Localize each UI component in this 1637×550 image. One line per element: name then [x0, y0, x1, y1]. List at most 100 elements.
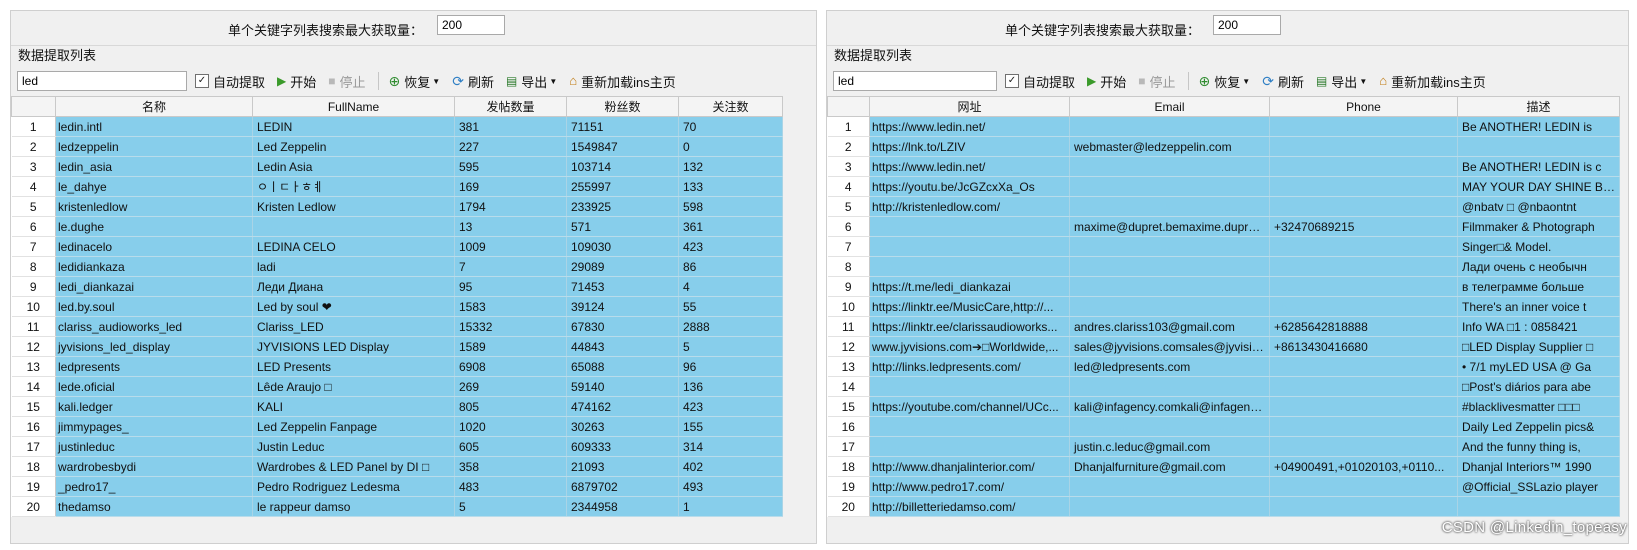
table-cell[interactable]: And the funny thing is,: [1457, 436, 1620, 457]
auto-extract-checkbox[interactable]: ✓ 自动提取: [1005, 72, 1075, 91]
table-cell[interactable]: [1269, 196, 1458, 217]
table-row[interactable]: 19 _pedro17_ Pedro Rodriguez Ledesma 483 687…: [11, 476, 783, 497]
table-cell[interactable]: [869, 216, 1070, 237]
table-cell[interactable]: @Official_SSLazio player: [1457, 476, 1620, 497]
table-cell[interactable]: [1069, 296, 1270, 317]
table-cell[interactable]: 7: [454, 256, 567, 277]
table-row[interactable]: 14 □Post's diários para abe: [827, 376, 1620, 397]
table-cell[interactable]: wardrobesbydi: [55, 456, 253, 477]
table-cell[interactable]: Justin Leduc: [252, 436, 455, 457]
table-cell[interactable]: [1069, 416, 1270, 437]
table-row[interactable]: 16 Daily Led Zeppelin pics&: [827, 416, 1620, 437]
table-row[interactable]: 8 ledidiankaza ladi 7 29089 86: [11, 256, 783, 277]
table-cell[interactable]: ledzeppelin: [55, 136, 253, 157]
table-cell[interactable]: [1269, 116, 1458, 137]
table-cell[interactable]: [869, 376, 1070, 397]
table-cell[interactable]: http://www.dhanjalinterior.com/: [869, 456, 1070, 477]
table-cell[interactable]: 30263: [566, 416, 679, 437]
table-cell[interactable]: 1020: [454, 416, 567, 437]
table-cell[interactable]: Dhanjal Interiors™ 1990: [1457, 456, 1620, 477]
table-cell[interactable]: 133: [678, 176, 783, 197]
table-cell[interactable]: 86: [678, 256, 783, 277]
table-cell[interactable]: 29089: [566, 256, 679, 277]
table-cell[interactable]: 402: [678, 456, 783, 477]
table-cell[interactable]: [1269, 356, 1458, 377]
table-row[interactable]: 18 http://www.dhanjalinterior.com/Dhanjal…: [827, 456, 1620, 477]
table-cell[interactable]: led@ledpresents.com: [1069, 356, 1270, 377]
column-header[interactable]: FullName: [252, 96, 455, 117]
table-cell[interactable]: 65088: [566, 356, 679, 377]
table-cell[interactable]: 595: [454, 156, 567, 177]
max-results-input[interactable]: [1213, 15, 1281, 35]
table-cell[interactable]: Singer□& Model.: [1457, 236, 1620, 257]
table-row[interactable]: 2 https://lnk.to/LZIV webmaster@ledzeppeli…: [827, 136, 1620, 157]
table-cell[interactable]: Info WA □1 : 0858421: [1457, 316, 1620, 337]
table-cell[interactable]: LEDINA CELO: [252, 236, 455, 257]
table-row[interactable]: 7 ledinacelo LEDINA CELO 1009 109030 423: [11, 236, 783, 257]
table-cell[interactable]: [1069, 496, 1270, 517]
table-cell[interactable]: [1269, 476, 1458, 497]
table-cell[interactable]: https://linktr.ee/clarissaudioworks...: [869, 316, 1070, 337]
table-cell[interactable]: Clariss_LED: [252, 316, 455, 337]
table-cell[interactable]: 21093: [566, 456, 679, 477]
table-cell[interactable]: в телеграмме больше: [1457, 276, 1620, 297]
export-dropdown[interactable]: ▤ 导出 ▼: [1316, 72, 1367, 91]
table-cell[interactable]: 423: [678, 236, 783, 257]
table-cell[interactable]: 2344958: [566, 496, 679, 517]
table-cell[interactable]: 5: [678, 336, 783, 357]
restore-dropdown[interactable]: ⊕ 恢复 ▼: [1199, 72, 1251, 91]
table-cell[interactable]: [869, 416, 1070, 437]
column-header[interactable]: 网址: [869, 96, 1070, 117]
table-cell[interactable]: 55: [678, 296, 783, 317]
table-cell[interactable]: http://www.pedro17.com/: [869, 476, 1070, 497]
table-cell[interactable]: JYVISIONS LED Display: [252, 336, 455, 357]
table-cell[interactable]: 255997: [566, 176, 679, 197]
table-cell[interactable]: @nbatv □ @nbaontnt: [1457, 196, 1620, 217]
table-cell[interactable]: justin.c.leduc@gmail.com: [1069, 436, 1270, 457]
table-row[interactable]: 14 lede.oficial Lêde Araujo □ 269 59140 136: [11, 376, 783, 397]
table-cell[interactable]: sales@jyvisions.comsales@jyvisions....: [1069, 336, 1270, 357]
table-cell[interactable]: 381: [454, 116, 567, 137]
table-cell[interactable]: KALI: [252, 396, 455, 417]
table-cell[interactable]: 6908: [454, 356, 567, 377]
table-cell[interactable]: [1069, 256, 1270, 277]
table-row[interactable]: 10 https://linktr.ee/MusicCare,http://...…: [827, 296, 1620, 317]
table-cell[interactable]: 67830: [566, 316, 679, 337]
max-results-input[interactable]: [437, 15, 505, 35]
table-cell[interactable]: 483: [454, 476, 567, 497]
table-cell[interactable]: +04900491,+01020103,+0110...: [1269, 456, 1458, 477]
table-cell[interactable]: 493: [678, 476, 783, 497]
table-cell[interactable]: 5: [454, 496, 567, 517]
table-cell[interactable]: There's an inner voice t: [1457, 296, 1620, 317]
table-cell[interactable]: andres.clariss103@gmail.com: [1069, 316, 1270, 337]
table-row[interactable]: 4 le_dahye ㅇㅣㄷㅏㅎㅖ 169 255997 133: [11, 176, 783, 197]
table-cell[interactable]: [1269, 396, 1458, 417]
table-cell[interactable]: Daily Led Zeppelin pics&: [1457, 416, 1620, 437]
column-header[interactable]: 关注数: [678, 96, 783, 117]
table-cell[interactable]: http://billetteriedamso.com/: [869, 496, 1070, 517]
table-cell[interactable]: [1269, 156, 1458, 177]
table-cell[interactable]: 169: [454, 176, 567, 197]
table-cell[interactable]: http://links.ledpresents.com/: [869, 356, 1070, 377]
table-row[interactable]: 12 jyvisions_led_display JYVISIONS LED Dis…: [11, 336, 783, 357]
table-row[interactable]: 11 https://linktr.ee/clarissaudioworks...…: [827, 316, 1620, 337]
table-cell[interactable]: 605: [454, 436, 567, 457]
table-cell[interactable]: https://lnk.to/LZIV: [869, 136, 1070, 157]
table-cell[interactable]: 132: [678, 156, 783, 177]
table-cell[interactable]: Dhanjalfurniture@gmail.com: [1069, 456, 1270, 477]
column-header[interactable]: 粉丝数: [566, 96, 679, 117]
table-row[interactable]: 18 wardrobesbydi Wardrobes & LED Panel by …: [11, 456, 783, 477]
table-cell[interactable]: https://www.ledin.net/: [869, 116, 1070, 137]
column-header[interactable]: 发帖数量: [454, 96, 567, 117]
table-cell[interactable]: _pedro17_: [55, 476, 253, 497]
table-row[interactable]: 8 Лади очень с необычн: [827, 256, 1620, 277]
table-cell[interactable]: 474162: [566, 396, 679, 417]
table-cell[interactable]: kali.ledger: [55, 396, 253, 417]
reload-ins-button[interactable]: ⌂ 重新加载ins主页: [569, 72, 675, 91]
table-cell[interactable]: 571: [566, 216, 679, 237]
table-cell[interactable]: LEDIN: [252, 116, 455, 137]
table-cell[interactable]: 2888: [678, 316, 783, 337]
table-cell[interactable]: ladi: [252, 256, 455, 277]
table-cell[interactable]: 1583: [454, 296, 567, 317]
auto-extract-checkbox[interactable]: ✓ 自动提取: [195, 72, 265, 91]
